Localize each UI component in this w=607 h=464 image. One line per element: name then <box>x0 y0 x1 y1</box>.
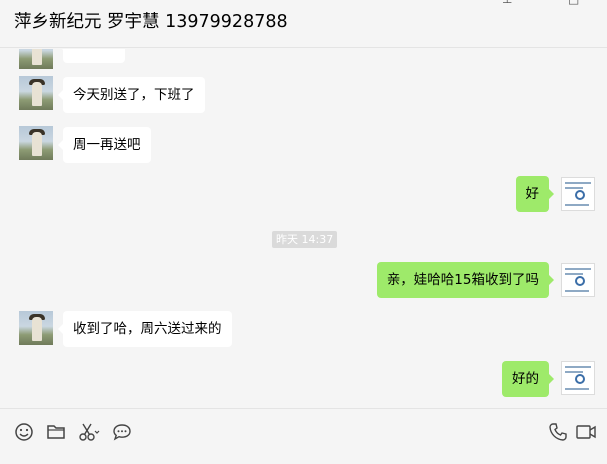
my-avatar[interactable] <box>561 361 595 395</box>
sent-message: 亲，娃哈哈15箱收到了吗 <box>376 262 555 298</box>
folder-icon[interactable] <box>45 421 67 443</box>
my-avatar[interactable] <box>561 263 595 297</box>
chat-bubble-icon[interactable] <box>111 421 133 443</box>
emoji-icon[interactable] <box>13 421 35 443</box>
contact-avatar[interactable] <box>19 49 53 69</box>
contact-avatar[interactable] <box>19 126 53 160</box>
chat-history[interactable]: 今天别送了，下班了 周一再送吧 好 昨天 14:37 亲，娃哈哈15箱收到了吗 … <box>0 49 607 407</box>
video-icon[interactable] <box>575 421 597 443</box>
my-avatar[interactable] <box>561 177 595 211</box>
sent-message: 好 <box>515 176 554 212</box>
input-toolbar <box>0 408 607 464</box>
received-message: 收到了哈，周六送过来的 <box>58 311 232 347</box>
sent-message: 好的 <box>502 361 554 397</box>
received-message <box>58 49 125 63</box>
received-message: 今天别送了，下班了 <box>58 77 205 113</box>
maximize-button[interactable]: □ <box>568 0 579 6</box>
contact-avatar[interactable] <box>19 311 53 345</box>
received-message: 周一再送吧 <box>58 127 151 163</box>
minimize-button[interactable]: — <box>536 0 548 6</box>
contact-avatar[interactable] <box>19 76 53 110</box>
scissors-icon[interactable] <box>78 421 100 443</box>
title-bar: 萍乡新纪元 罗宇慧 13979928788 ⊥ — □ <box>0 0 607 48</box>
phone-icon[interactable] <box>547 421 569 443</box>
chat-title: 萍乡新纪元 罗宇慧 13979928788 <box>14 12 288 32</box>
timestamp: 昨天 14:37 <box>272 231 338 248</box>
pin-button[interactable]: ⊥ <box>502 0 512 6</box>
